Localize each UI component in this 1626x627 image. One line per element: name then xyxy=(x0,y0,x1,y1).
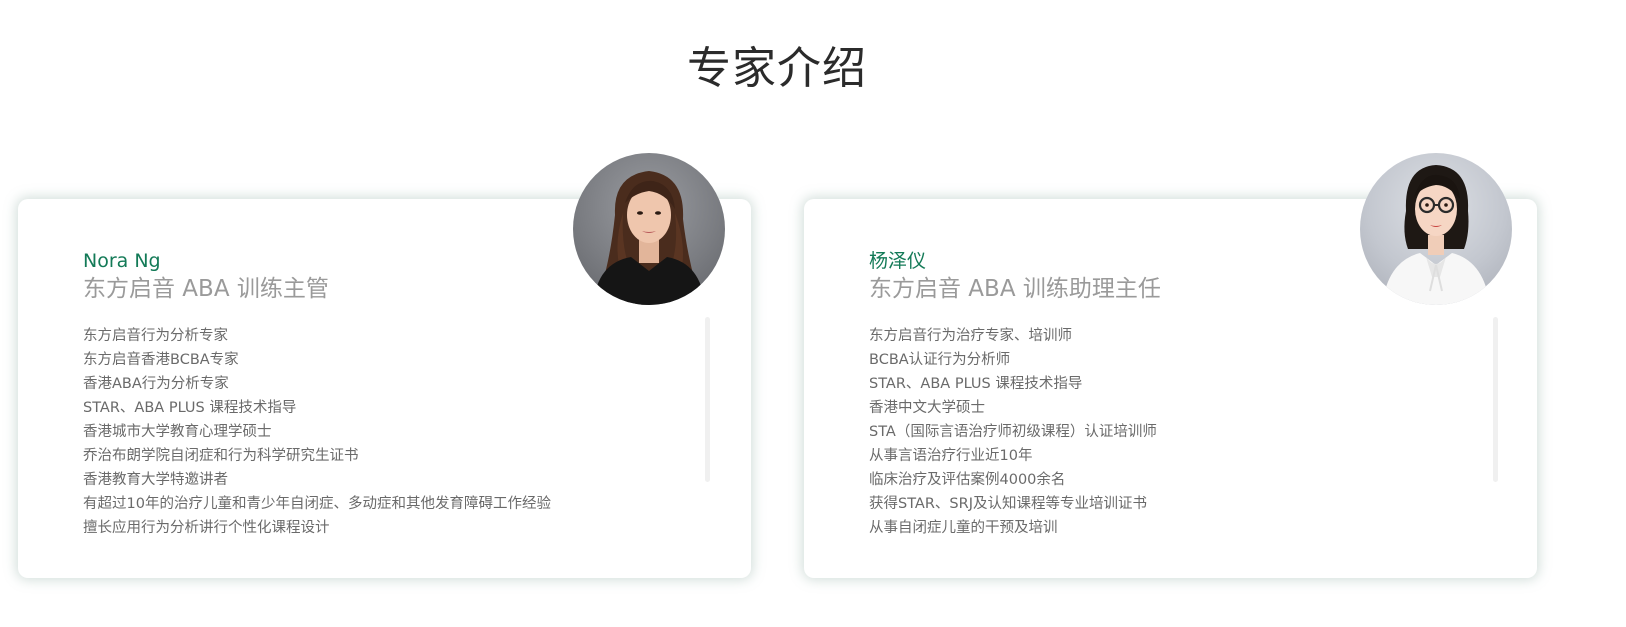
credential-item: 东方启音行为分析专家 xyxy=(83,328,228,344)
expert-name: Nora Ng xyxy=(83,250,161,272)
expert-role: 东方启音 ABA 训练主管 xyxy=(83,276,329,302)
expert-portrait-photo xyxy=(573,153,725,305)
credential-item: 获得STAR、SRJ及认知课程等专业培训证书 xyxy=(869,496,1147,512)
section-title: 专家介绍 xyxy=(687,43,867,94)
credential-item: 有超过10年的治疗儿童和青少年自闭症、多动症和其他发育障碍工作经验 xyxy=(83,496,551,512)
scrollbar-track[interactable] xyxy=(705,317,710,482)
credential-item: 香港城市大学教育心理学硕士 xyxy=(83,424,272,440)
credential-item: 从事言语治疗行业近10年 xyxy=(869,448,1033,464)
credential-item: STA（国际言语治疗师初级课程）认证培训师 xyxy=(869,424,1157,440)
credential-item: 东方启音香港BCBA专家 xyxy=(83,352,239,368)
scrollbar-track[interactable] xyxy=(1493,317,1498,482)
credential-item: 东方启音行为治疗专家、培训师 xyxy=(869,328,1072,344)
credentials-list: 东方启音行为分析专家 东方启音香港BCBA专家 香港ABA行为分析专家 STAR… xyxy=(83,324,551,540)
credential-item: STAR、ABA PLUS 课程技术指导 xyxy=(83,400,297,416)
expert-portrait-photo xyxy=(1360,153,1512,305)
credential-item: 香港中文大学硕士 xyxy=(869,400,985,416)
expert-info: 杨泽仪 东方启音 ABA 训练助理主任 东方启音行为治疗专家、培训师 BCBA认… xyxy=(869,249,1161,540)
credential-item: BCBA认证行为分析师 xyxy=(869,352,1011,368)
credential-item: STAR、ABA PLUS 课程技术指导 xyxy=(869,376,1083,392)
expert-info: Nora Ng 东方启音 ABA 训练主管 东方启音行为分析专家 东方启音香港B… xyxy=(83,249,551,540)
credential-item: 临床治疗及评估案例4000余名 xyxy=(869,472,1066,488)
expert-name: 杨泽仪 xyxy=(869,250,927,272)
credential-item: 香港教育大学特邀讲者 xyxy=(83,472,228,488)
expert-role: 东方启音 ABA 训练助理主任 xyxy=(869,276,1161,302)
credential-item: 擅长应用行为分析讲行个性化课程设计 xyxy=(83,520,330,536)
credential-item: 香港ABA行为分析专家 xyxy=(83,376,229,392)
credential-item: 乔治布朗学院自闭症和行为科学研究生证书 xyxy=(83,448,359,464)
credential-item: 从事自闭症儿童的干预及培训 xyxy=(869,520,1058,536)
credentials-list: 东方启音行为治疗专家、培训师 BCBA认证行为分析师 STAR、ABA PLUS… xyxy=(869,324,1161,540)
